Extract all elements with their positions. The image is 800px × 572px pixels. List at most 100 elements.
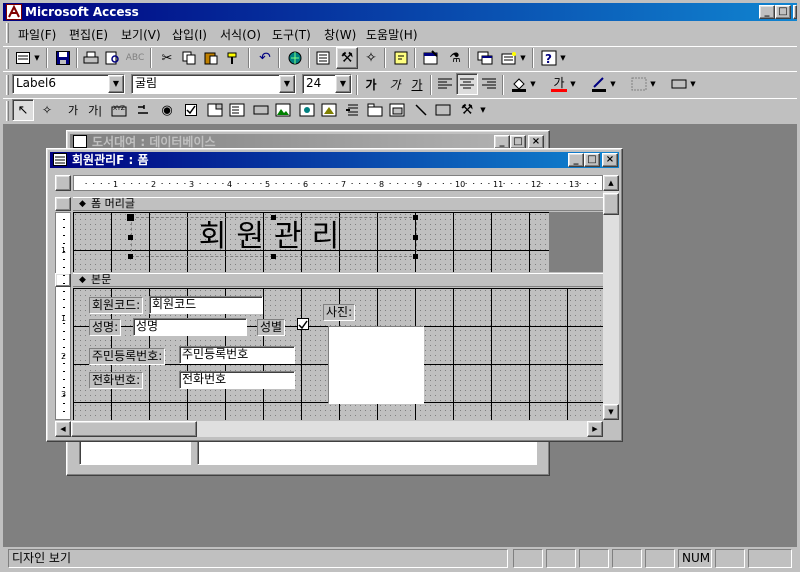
member-code-label[interactable]: 회원코드: (89, 297, 144, 314)
vertical-scrollbar[interactable]: ▲ ▼ (603, 175, 619, 420)
selection-handle[interactable] (413, 235, 418, 240)
minimize-button[interactable]: _ (759, 5, 775, 19)
dropdown-arrow-icon[interactable]: ▼ (279, 75, 295, 93)
vertical-scroll-thumb[interactable] (603, 193, 619, 215)
detail-row-selector[interactable] (55, 273, 71, 287)
database-window-icon[interactable] (474, 47, 496, 69)
checkbox-tool-icon[interactable] (180, 99, 202, 121)
autoformat-icon[interactable]: ✧ (360, 47, 382, 69)
format-painter-icon[interactable] (222, 47, 244, 69)
menu-file[interactable]: 파일(F) (18, 26, 56, 43)
gender-checkbox[interactable] (297, 318, 309, 330)
cut-icon[interactable]: ✂ (156, 47, 178, 69)
selection-handle-move[interactable] (127, 214, 134, 221)
image-tool-icon[interactable] (272, 99, 294, 121)
dropdown-arrow-icon[interactable]: ▼ (528, 73, 538, 95)
line-color-icon[interactable] (588, 73, 610, 95)
selection-handle[interactable] (128, 254, 133, 259)
close-button[interactable] (793, 5, 797, 19)
menu-edit[interactable]: 편집(E) (69, 26, 108, 43)
selection-handle[interactable] (413, 254, 418, 259)
code-icon[interactable] (390, 47, 412, 69)
dropdown-arrow-icon[interactable]: ▼ (32, 47, 42, 69)
align-right-icon[interactable] (478, 73, 500, 95)
horizontal-ruler[interactable]: 1 2 3 4 5 6 7 8 9 10 11 12 13 (73, 175, 603, 191)
save-icon[interactable] (52, 47, 74, 69)
detail-section-bar[interactable]: ◆ 본문 (73, 273, 603, 287)
page-break-icon[interactable] (342, 99, 364, 121)
dropdown-arrow-icon[interactable]: ▼ (558, 47, 568, 69)
help-icon[interactable]: ? (538, 47, 560, 69)
dropdown-arrow-icon[interactable]: ▼ (335, 75, 351, 93)
bold-button[interactable]: 가 (360, 73, 382, 95)
menu-format[interactable]: 서식(O) (220, 26, 261, 43)
dropdown-arrow-icon[interactable]: ▼ (108, 75, 124, 93)
object-select-combo[interactable]: Label6 ▼ (12, 74, 125, 94)
menu-help[interactable]: 도움말(H) (366, 26, 418, 43)
align-left-icon[interactable] (434, 73, 456, 95)
command-button-icon[interactable] (250, 99, 272, 121)
properties-icon[interactable] (420, 47, 442, 69)
print-icon[interactable] (80, 47, 102, 69)
menu-insert[interactable]: 삽입(I) (172, 26, 207, 43)
form-close-button[interactable]: × (602, 153, 618, 167)
tab-control-icon[interactable] (364, 99, 386, 121)
dropdown-arrow-icon[interactable]: ▼ (648, 73, 658, 95)
font-name-combo[interactable]: 굴림 ▼ (131, 74, 296, 94)
vertical-ruler[interactable]: 1 1 2 3 (55, 212, 71, 420)
rectangle-tool-icon[interactable] (432, 99, 454, 121)
underline-button[interactable]: 가 (406, 73, 428, 95)
select-objects-icon[interactable]: ↖ (12, 99, 34, 121)
menu-window[interactable]: 창(W) (324, 26, 356, 43)
fill-color-icon[interactable] (508, 73, 530, 95)
build-icon[interactable]: ⚗ (444, 47, 466, 69)
toolbar-grip[interactable] (6, 75, 9, 95)
database-list-pane[interactable] (79, 439, 191, 465)
copy-icon[interactable] (178, 47, 200, 69)
textbox-tool[interactable]: 가| (84, 99, 106, 121)
scroll-left-button[interactable]: ◀ (55, 421, 71, 437)
photo-frame[interactable] (328, 326, 424, 404)
dropdown-arrow-icon[interactable]: ▼ (518, 47, 528, 69)
field-list-icon[interactable] (312, 47, 334, 69)
form-design-window[interactable]: 회원관리F : 폼 _ □ × 1 2 3 4 5 6 7 8 9 10 11 12 13 ◆ 폼 머리… (46, 148, 623, 442)
scroll-right-button[interactable]: ▶ (587, 421, 603, 437)
bound-object-frame-icon[interactable] (318, 99, 340, 121)
db-minimize-button[interactable]: _ (494, 135, 510, 149)
selection-handle[interactable] (271, 254, 276, 259)
menu-tools[interactable]: 도구(T) (272, 26, 311, 43)
unbound-object-frame-icon[interactable] (296, 99, 318, 121)
selection-handle[interactable] (413, 215, 418, 220)
toolbar-grip[interactable] (6, 49, 9, 69)
new-object-icon[interactable] (498, 47, 520, 69)
more-controls-icon[interactable]: ⚒ (456, 99, 478, 121)
menu-view[interactable]: 보기(V) (121, 26, 161, 43)
member-code-field[interactable]: 회원코드 (149, 296, 263, 314)
name-field[interactable]: 성명 (133, 318, 247, 336)
label-tool[interactable]: 가 (62, 99, 84, 121)
list-box-icon[interactable] (226, 99, 248, 121)
print-preview-icon[interactable] (102, 47, 124, 69)
italic-button[interactable]: 가 (384, 73, 406, 95)
align-center-icon[interactable] (456, 73, 478, 95)
scroll-down-button[interactable]: ▼ (603, 404, 619, 420)
view-button[interactable] (12, 47, 34, 69)
db-maximize-button[interactable]: □ (510, 135, 526, 149)
dropdown-arrow-icon[interactable]: ▼ (608, 73, 618, 95)
selection-handle[interactable] (128, 235, 133, 240)
phone-label[interactable]: 전화번호: (89, 372, 144, 389)
scroll-up-button[interactable]: ▲ (603, 175, 619, 191)
subform-icon[interactable] (386, 99, 408, 121)
undo-icon[interactable]: ↶ (254, 47, 276, 69)
phone-field[interactable]: 전화번호 (179, 371, 295, 389)
photo-label[interactable]: 사진: (323, 304, 356, 321)
gender-label[interactable]: 성별 (257, 319, 286, 336)
font-color-icon[interactable]: 가 (548, 73, 570, 95)
spelling-icon[interactable]: ABC (124, 47, 146, 69)
horizontal-scrollbar[interactable]: ◀ ▶ (55, 421, 603, 437)
database-detail-pane[interactable] (197, 439, 537, 465)
form-selector[interactable] (55, 175, 71, 191)
dropdown-arrow-icon[interactable]: ▼ (688, 73, 698, 95)
toolbar-grip[interactable] (6, 101, 9, 121)
line-width-icon[interactable] (628, 73, 650, 95)
